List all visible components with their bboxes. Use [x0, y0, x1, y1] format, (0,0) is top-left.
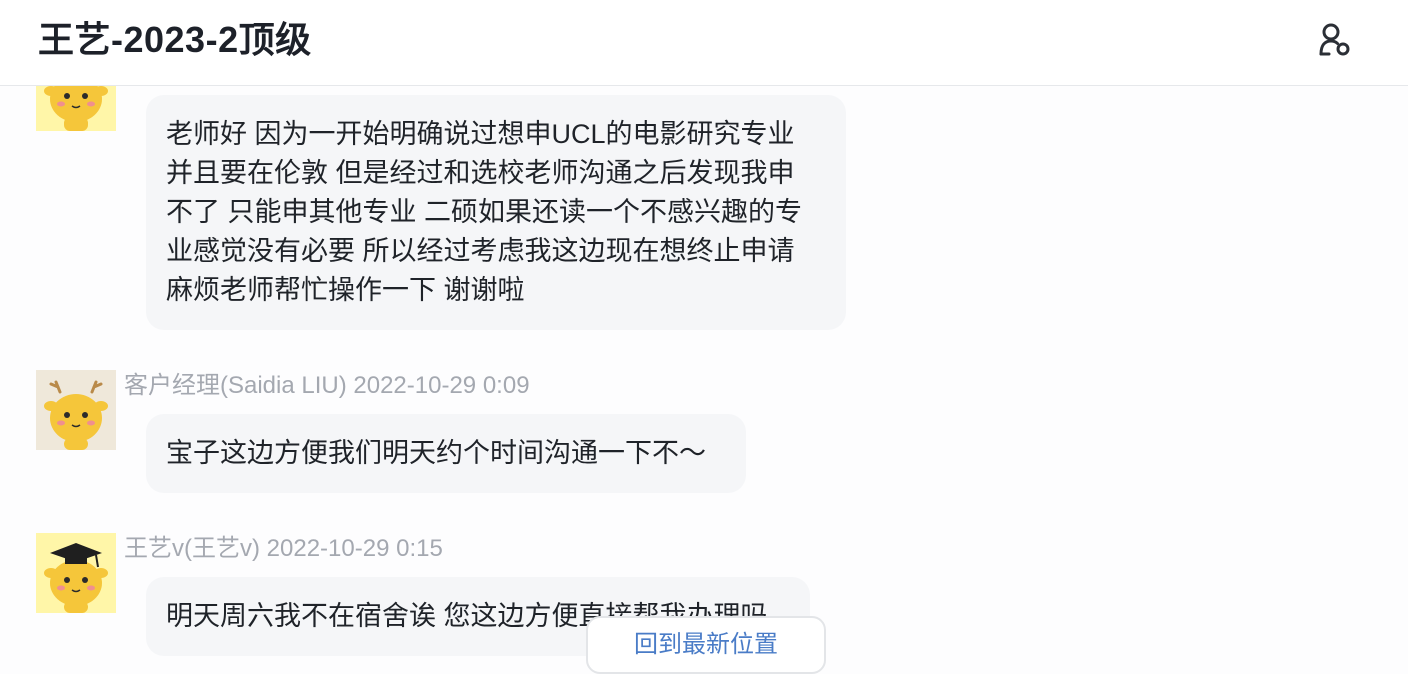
message-list[interactable]: 老师好 因为一开始明确说过想申UCL的电影研究专业 并且要在伦敦 但是经过和选校…: [0, 86, 1408, 674]
sender-name: 客户经理(Saidia LIU): [124, 372, 347, 399]
sender-avatar[interactable]: [36, 370, 116, 450]
message-bubble[interactable]: 老师好 因为一开始明确说过想申UCL的电影研究专业 并且要在伦敦 但是经过和选校…: [146, 95, 846, 330]
jump-to-latest-button[interactable]: 回到最新位置: [586, 616, 826, 674]
message-text-line: 业感觉没有必要 所以经过考虑我这边现在想终止申请: [166, 236, 795, 266]
message-time: 2022-10-29 0:15: [266, 535, 443, 562]
message-text-line: 不了 只能申其他专业 二硕如果还读一个不感兴趣的专: [166, 197, 803, 227]
sender-avatar[interactable]: [36, 86, 116, 131]
message-text-line: 并且要在伦敦 但是经过和选校老师沟通之后发现我申: [166, 158, 795, 188]
message-text-line: 麻烦老师帮忙操作一下 谢谢啦: [166, 275, 525, 305]
chat-title: 王艺-2023-2顶级: [38, 19, 312, 60]
message-text-line: 老师好 因为一开始明确说过想申UCL的电影研究专业: [166, 119, 795, 149]
message-meta: 客户经理(Saidia LIU) 2022-10-29 0:09: [124, 370, 530, 402]
sender-avatar[interactable]: [36, 533, 116, 613]
message-meta: 王艺v(王艺v) 2022-10-29 0:15: [124, 533, 443, 565]
deer-avatar-icon: [36, 86, 116, 131]
deer-graduation-cap-avatar-icon: [36, 533, 116, 613]
sender-name: 王艺v(王艺v): [124, 535, 260, 562]
group-members-icon: [1319, 23, 1350, 56]
message-time: 2022-10-29 0:09: [353, 372, 530, 399]
message-bubble[interactable]: 宝子这边方便我们明天约个时间沟通一下不～: [146, 414, 746, 493]
chat-header: 王艺-2023-2顶级: [0, 0, 1408, 86]
group-members-button[interactable]: [1314, 18, 1360, 64]
chat-window: 王艺-2023-2顶级 老师好 因为一开始明确说过想申UCL的电影研究专业 并且…: [0, 0, 1408, 674]
deer-antlers-avatar-icon: [36, 370, 116, 450]
message-text-line: 宝子这边方便我们明天约个时间沟通一下不～: [166, 438, 706, 468]
